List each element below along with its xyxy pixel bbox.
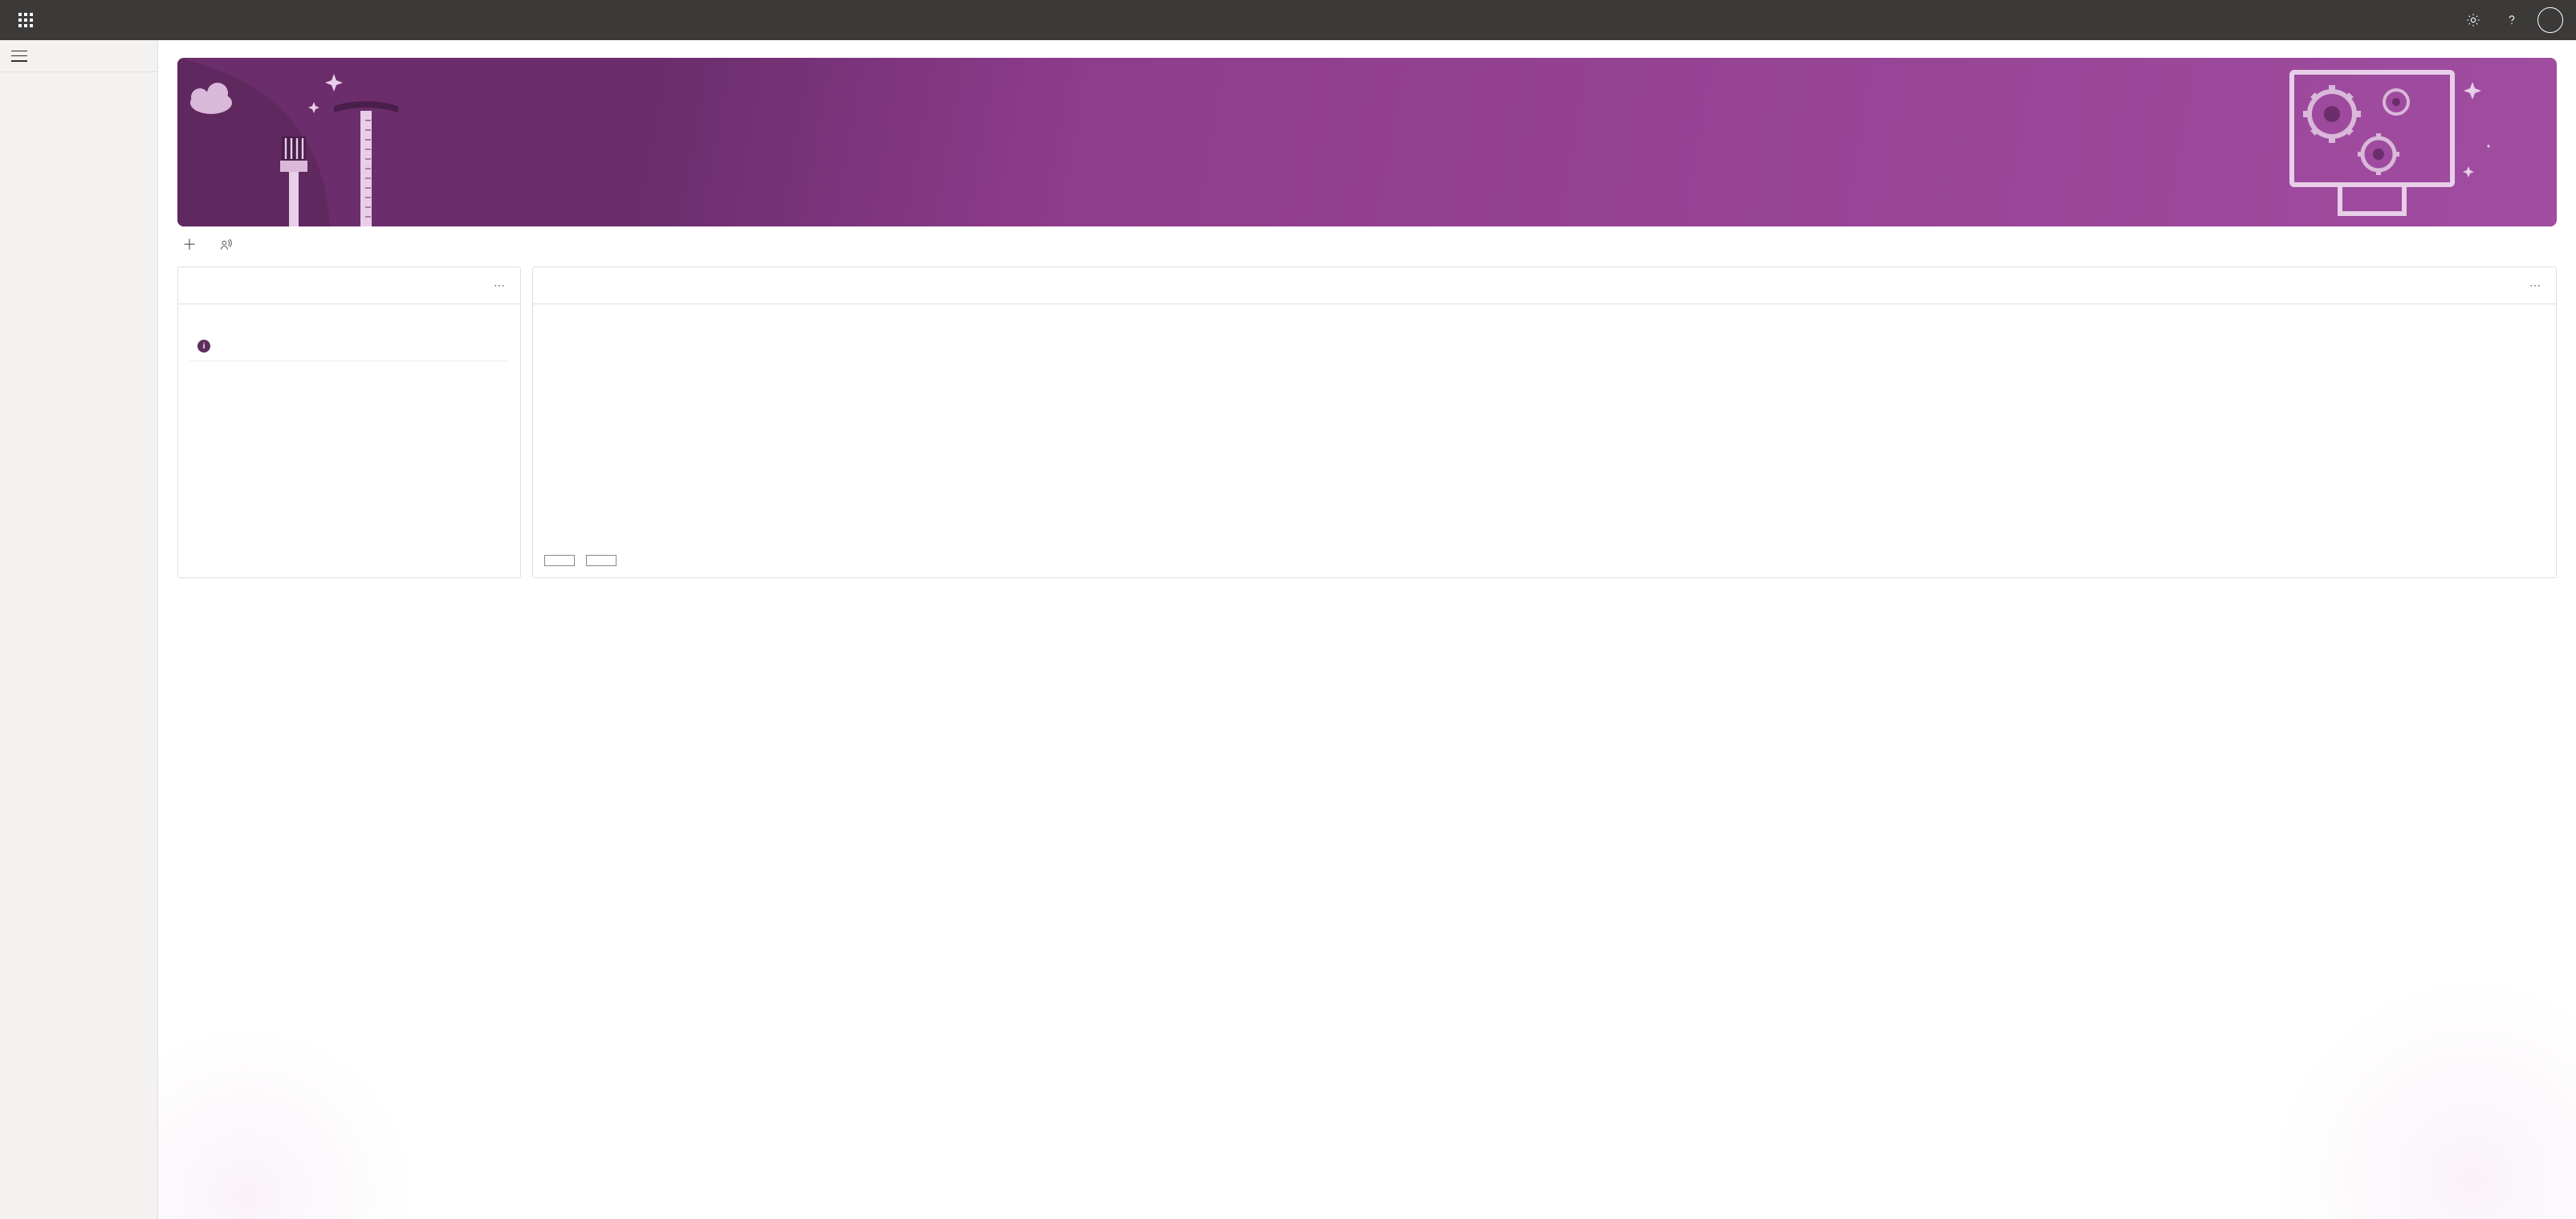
settings-button[interactable] (2454, 1, 2493, 39)
banner-art-right (2284, 58, 2557, 226)
message-center-card: ⋯ (532, 267, 2557, 578)
service-health-card: ⋯ i (177, 267, 521, 578)
avatar (2537, 7, 2563, 33)
welcome-banner (177, 58, 2557, 226)
question-icon (2505, 13, 2519, 27)
main-content-area: ＋ (158, 40, 2576, 1219)
account-button[interactable] (2531, 1, 2570, 39)
home-toolbar: ＋ (177, 226, 2557, 267)
sidebar (0, 40, 158, 1219)
service-health-card-menu[interactable]: ⋯ (490, 275, 509, 296)
help-button[interactable] (2493, 1, 2531, 39)
message-center-card-menu[interactable]: ⋯ (2526, 275, 2545, 296)
show-all-button[interactable] (544, 555, 575, 566)
share-feedback-button[interactable] (219, 238, 237, 252)
sidebar-collapse-row (0, 40, 157, 72)
info-badge-icon: i (197, 340, 210, 353)
gear-icon (2466, 13, 2480, 27)
background-decoration (158, 1026, 415, 1219)
preferences-button[interactable] (586, 555, 617, 566)
app-launcher-button[interactable] (6, 1, 45, 39)
top-header-bar (0, 0, 2576, 40)
plus-icon: ＋ (182, 238, 197, 252)
advisories-row[interactable]: i (189, 332, 509, 361)
background-decoration (2271, 978, 2576, 1219)
person-voice-icon (219, 238, 232, 251)
sidebar-collapse-button[interactable] (11, 51, 27, 62)
waffle-icon (18, 13, 33, 27)
banner-art-left (177, 58, 450, 226)
add-cards-button[interactable]: ＋ (182, 238, 201, 252)
